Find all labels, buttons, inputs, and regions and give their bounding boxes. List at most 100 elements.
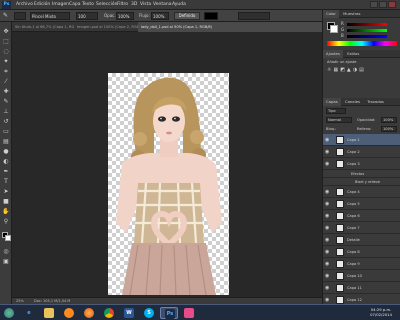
eye-icon[interactable]: ◉: [325, 201, 329, 207]
healing-brush-tool-icon[interactable]: ✚: [2, 88, 10, 96]
taskbar-app[interactable]: W: [120, 307, 138, 319]
quick-mask-icon[interactable]: ◎: [2, 248, 10, 256]
eye-icon[interactable]: ◉: [325, 249, 329, 255]
system-clock[interactable]: 04:29 p.m. 07/02/2014: [370, 307, 392, 317]
screen-mode-icon[interactable]: ▣: [2, 258, 10, 266]
clone-stamp-tool-icon[interactable]: ⊥: [2, 108, 10, 116]
brush-mode-select[interactable]: Pincel Mixto: [30, 12, 70, 20]
pen-tool-icon[interactable]: ✒: [2, 168, 10, 176]
tab-paths[interactable]: Trazados: [364, 99, 387, 104]
taskbar-app-active[interactable]: Ps: [160, 307, 178, 319]
layer-effects-row[interactable]: Efectos: [323, 170, 400, 178]
background-color-swatch[interactable]: [5, 235, 11, 241]
eyedropper-tool-icon[interactable]: ⁄: [2, 78, 10, 86]
eye-icon[interactable]: ◉: [325, 297, 329, 303]
lasso-tool-icon[interactable]: ◌: [2, 48, 10, 56]
menu-vista[interactable]: Vista: [140, 0, 151, 10]
layer-row[interactable]: ◉ Capa 12: [323, 294, 400, 304]
layer-row[interactable]: ◉ Capa 7: [323, 222, 400, 234]
layer-filter-select[interactable]: Tipo: [326, 108, 346, 114]
brush-preset-picker[interactable]: [14, 12, 26, 20]
taskbar-app[interactable]: [60, 307, 78, 319]
tab-adjustments[interactable]: Ajustes: [323, 50, 343, 58]
shape-tool-icon[interactable]: ■: [2, 198, 10, 206]
type-tool-icon[interactable]: T: [2, 178, 10, 186]
eye-icon[interactable]: ◉: [325, 261, 329, 267]
menu-filtro[interactable]: Filtro: [117, 0, 128, 10]
brush-tool-icon[interactable]: ✎: [3, 12, 8, 20]
close-button[interactable]: [388, 1, 396, 8]
canvas-workspace[interactable]: [12, 32, 322, 297]
menu-3d[interactable]: 3D: [131, 0, 137, 10]
menu-ventana[interactable]: Ventana: [153, 0, 171, 10]
eye-icon[interactable]: ◉: [325, 285, 329, 291]
color-ramp[interactable]: [327, 41, 397, 46]
blend-mode-select[interactable]: Normal: [326, 117, 352, 123]
layer-row[interactable]: ◉ Capa 11: [323, 282, 400, 294]
tab-styles[interactable]: Estilos: [344, 51, 362, 56]
menu-archivo[interactable]: Archivo: [16, 0, 33, 10]
menu-imagen[interactable]: Imagen: [52, 0, 69, 10]
fill-field[interactable]: 100%: [381, 126, 397, 132]
move-tool-icon[interactable]: ✥: [2, 28, 10, 36]
layer-row[interactable]: ◉ Capa 10: [323, 270, 400, 282]
eye-icon[interactable]: ◉: [325, 161, 329, 167]
layer-row[interactable]: ◉ Capa 2: [323, 146, 400, 158]
tab-swatches[interactable]: Muestras: [340, 11, 363, 16]
taskbar-app[interactable]: [40, 307, 58, 319]
layer-row[interactable]: ◉ Capa 1: [323, 134, 400, 146]
zoom-tool-icon[interactable]: ⚲: [2, 218, 10, 226]
background-color-swatch[interactable]: [330, 25, 338, 33]
layer-row[interactable]: ◉ Capa 9: [323, 258, 400, 270]
document-tab[interactable]: Sin título-1 al 66,7% (Capa 1, RGB/8): [12, 22, 74, 32]
history-brush-tool-icon[interactable]: ↺: [2, 118, 10, 126]
eraser-tool-icon[interactable]: ▭: [2, 128, 10, 136]
layer-effect-row[interactable]: Bisel y relieve: [323, 178, 400, 186]
taskbar-app[interactable]: e: [20, 307, 38, 319]
opacity-field[interactable]: 100%: [116, 12, 134, 20]
magic-wand-tool-icon[interactable]: ✦: [2, 58, 10, 66]
layer-row[interactable]: ◉ Capa 6: [323, 210, 400, 222]
eye-icon[interactable]: ◉: [325, 213, 329, 219]
minimize-button[interactable]: [370, 1, 378, 8]
blur-tool-icon[interactable]: ●: [2, 148, 10, 156]
eye-icon[interactable]: ◉: [325, 149, 329, 155]
eye-icon[interactable]: ◉: [325, 189, 329, 195]
color-swatch[interactable]: [204, 12, 218, 20]
taskbar-app[interactable]: S: [140, 307, 158, 319]
eye-icon[interactable]: ◉: [325, 225, 329, 231]
menu-texto[interactable]: Texto: [82, 0, 94, 10]
channel-g-slider[interactable]: [347, 29, 387, 32]
start-button[interactable]: [2, 307, 16, 319]
maximize-button[interactable]: [379, 1, 387, 8]
document-tab[interactable]: Imagen.psd al 100% (Capa 2, RGB/8): [74, 22, 138, 32]
tab-layers[interactable]: Capas: [323, 98, 341, 106]
flow-field[interactable]: 100%: [151, 12, 169, 20]
document-tab-active[interactable]: lady_doll_1.psd al 50% (Capa 1, RGB/8): [138, 22, 322, 32]
menu-edicion[interactable]: Edición: [34, 0, 50, 10]
size-field[interactable]: 100: [76, 12, 98, 20]
adjustment-icons[interactable]: ☼▦◩▲◑▤: [327, 67, 366, 73]
layer-opacity-field[interactable]: 100%: [381, 117, 397, 123]
layer-row[interactable]: ◉ Capa 4: [323, 186, 400, 198]
workspace-select[interactable]: [238, 12, 270, 20]
tab-channels[interactable]: Canales: [342, 99, 363, 104]
gradient-tool-icon[interactable]: ▤: [2, 138, 10, 146]
layer-row[interactable]: ◉ Detalle: [323, 234, 400, 246]
taskbar-app[interactable]: [80, 307, 98, 319]
layer-row[interactable]: ◉ Capa 8: [323, 246, 400, 258]
layer-row[interactable]: ◉ Capa 3: [323, 158, 400, 170]
document-canvas[interactable]: [108, 73, 229, 295]
path-selection-tool-icon[interactable]: ➤: [2, 188, 10, 196]
channel-b-slider[interactable]: [347, 35, 387, 38]
crop-tool-icon[interactable]: ⌗: [2, 68, 10, 76]
channel-r-slider[interactable]: [347, 23, 387, 26]
taskbar-app[interactable]: [100, 307, 118, 319]
taskbar-app[interactable]: [180, 307, 198, 319]
menu-capa[interactable]: Capa: [69, 0, 81, 10]
eye-icon[interactable]: ◉: [325, 237, 329, 243]
layer-row[interactable]: ◉ Capa 5: [323, 198, 400, 210]
preset-button[interactable]: Definido: [174, 12, 200, 20]
tab-color[interactable]: Color: [323, 10, 339, 18]
eye-icon[interactable]: ◉: [325, 137, 329, 143]
